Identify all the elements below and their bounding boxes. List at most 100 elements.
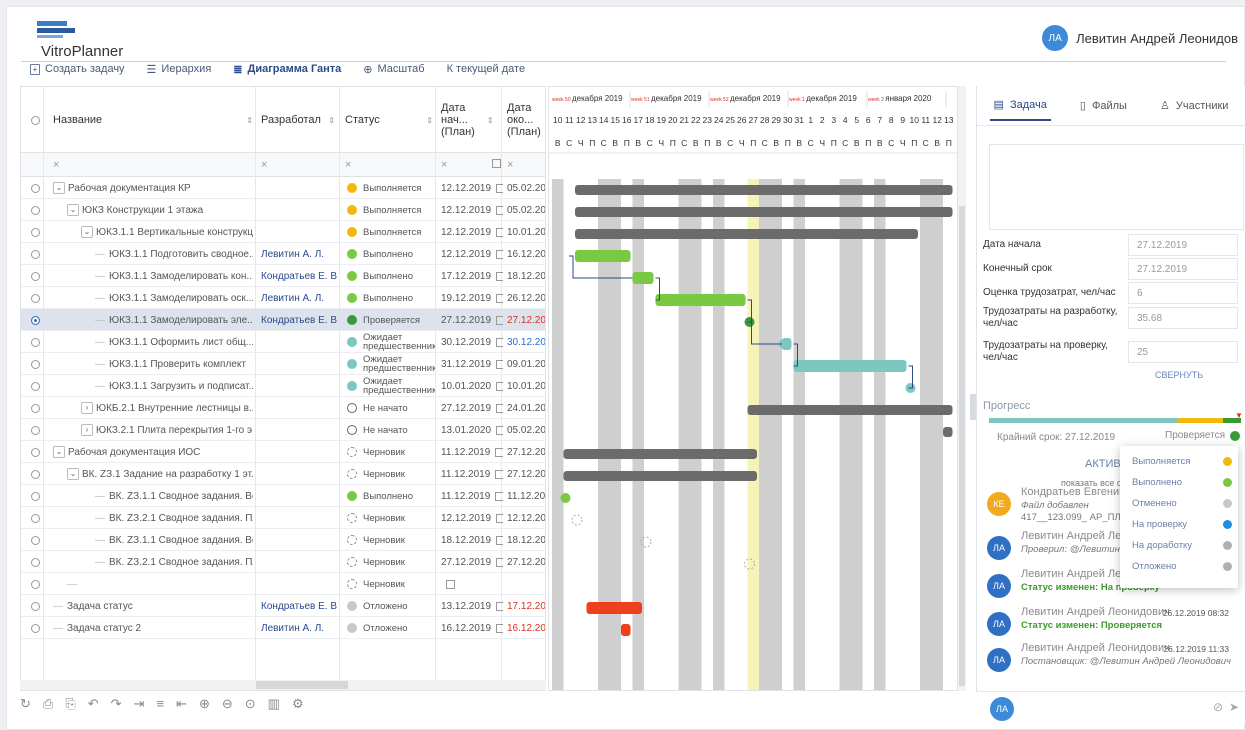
calendar-icon[interactable] — [496, 293, 503, 303]
table-row[interactable]: — ВК. ZЗ.1.1 Сводное задания. Вер ... Черн… — [21, 529, 545, 551]
task-name-cell[interactable]: ⌄ Рабочая документация ИОС — [53, 441, 253, 463]
status-cell[interactable]: Выполняется — [347, 177, 435, 199]
task-name-cell[interactable]: › ЮКБ.2.1 Внутренние лестницы в... — [81, 397, 253, 419]
end-date-cell[interactable]: 18.12.2019 — [507, 529, 545, 551]
task-name-cell[interactable]: ⌄ ВК. ZЗ.1 Задание на разработку 1 эт... — [67, 463, 253, 485]
expand-toggle-icon[interactable]: ⌄ — [67, 468, 79, 480]
status-option[interactable]: На проверку — [1132, 519, 1232, 530]
calendar-icon[interactable] — [496, 249, 503, 259]
status-option[interactable]: Выполняется — [1132, 456, 1232, 467]
comment-input[interactable] — [1022, 696, 1212, 720]
status-cell[interactable]: Выполнено — [347, 485, 435, 507]
row-select-radio[interactable] — [31, 463, 45, 485]
calendar-icon[interactable] — [496, 183, 503, 193]
status-cell[interactable]: Черновик — [347, 441, 435, 463]
print-icon[interactable]: ⎙ — [43, 696, 53, 712]
calendar-icon[interactable] — [495, 491, 503, 501]
status-option[interactable]: Отложено — [1132, 561, 1232, 572]
end-date-cell[interactable]: 09.01.2020 — [507, 353, 545, 375]
end-date-cell[interactable]: 27.12.2019 — [507, 441, 545, 463]
table-row[interactable]: ⌄ Рабочая документация КР Выполняется 12.12… — [21, 177, 545, 199]
end-date-cell[interactable]: 16.12.2019 — [507, 243, 545, 265]
end-date-cell[interactable]: 11.12.2019 — [507, 485, 545, 507]
table-row[interactable]: — ЮКЗ.1.1 Загрузить и подписат... Ожидает … — [21, 375, 545, 397]
attach-icon[interactable]: ⊘ — [1213, 700, 1223, 714]
status-cell[interactable]: Ожидает предшественника — [347, 331, 435, 353]
row-select-radio[interactable] — [31, 331, 45, 353]
task-name-cell[interactable]: — ЮКЗ.1.1 Загрузить и подписат... — [95, 375, 253, 397]
task-name-cell[interactable]: › ЮКЗ.2.1 Плита перекрытия 1-го э... — [81, 419, 253, 441]
task-name-cell[interactable]: — ЮКЗ.1.1 Проверить комплект — [95, 353, 253, 375]
today-button[interactable]: К текущей дате — [447, 63, 526, 75]
field-value[interactable]: 6 — [1128, 282, 1238, 304]
start-date-cell[interactable]: 11.12.2019 — [441, 441, 503, 463]
start-date-cell[interactable]: 27.12.2019 — [441, 551, 503, 573]
end-date-cell[interactable]: 16.12.2019 — [507, 617, 545, 639]
redo-icon[interactable]: ↷ — [111, 696, 122, 712]
column-end[interactable]: Дата око... (План) — [507, 87, 545, 153]
row-select-radio[interactable] — [31, 243, 45, 265]
user-menu[interactable]: ЛА Левитин Андрей Леонидов — [1042, 25, 1238, 51]
calendar-icon[interactable] — [496, 425, 503, 435]
zoom-fit-icon[interactable]: ⊙ — [245, 696, 256, 712]
start-date-cell[interactable]: 16.12.2019 — [441, 617, 503, 639]
row-select-radio[interactable] — [31, 595, 45, 617]
status-cell[interactable]: Выполняется — [347, 199, 435, 221]
status-cell[interactable]: Ожидает предшественника — [347, 375, 435, 397]
status-cell[interactable]: Черновик — [347, 573, 435, 595]
task-name-cell[interactable]: — ЮКЗ.1.1 Оформить лист общ... — [95, 331, 253, 353]
end-date-cell[interactable]: 27.12.2019 — [507, 463, 545, 485]
status-option[interactable]: Отменено — [1132, 498, 1232, 509]
status-cell[interactable]: Выполнено — [347, 265, 435, 287]
start-date-cell[interactable]: 13.01.2020 — [441, 419, 503, 441]
calendar-icon[interactable] — [496, 535, 503, 545]
status-cell[interactable]: Выполняется — [347, 221, 435, 243]
clear-filter-status[interactable]: × — [345, 159, 351, 171]
calendar-icon[interactable] — [495, 447, 503, 457]
calendar-icon[interactable] — [496, 315, 503, 325]
table-row[interactable]: — ЮКЗ.1.1 Проверить комплект Ожидает предш… — [21, 353, 545, 375]
clear-filter-name[interactable]: × — [53, 159, 59, 171]
end-date-cell[interactable]: 05.02.2020 — [507, 177, 545, 199]
calendar-icon[interactable] — [496, 359, 503, 369]
end-date-cell[interactable]: 18.12.2019 — [507, 265, 545, 287]
sort-icon[interactable]: ⇕ — [487, 116, 494, 125]
row-select-radio[interactable] — [31, 177, 45, 199]
row-select-radio[interactable] — [31, 573, 45, 595]
send-icon[interactable]: ➤ — [1229, 700, 1239, 714]
calendar-icon[interactable] — [496, 271, 503, 281]
table-row[interactable]: — ЮКЗ.1.1 Замоделировать кон... Кондратьев… — [21, 265, 545, 287]
row-select-radio[interactable] — [31, 265, 45, 287]
column-author[interactable]: Разработал ⇕ — [261, 87, 335, 153]
app-logo[interactable]: VitroPlanner — [27, 13, 147, 60]
clear-filter-start[interactable]: × — [441, 159, 447, 171]
calendar-icon[interactable] — [496, 623, 503, 633]
start-date-cell[interactable]: 27.12.2019 — [441, 397, 503, 419]
end-date-cell[interactable]: 17.12.2019 — [507, 595, 545, 617]
start-date-cell[interactable]: 12.12.2019 — [441, 199, 503, 221]
tab-task[interactable]: ▤ Задача — [989, 90, 1051, 121]
row-select-radio[interactable] — [31, 419, 45, 441]
row-select-radio[interactable] — [31, 441, 45, 463]
calendar-icon[interactable] — [496, 557, 503, 567]
calendar-icon[interactable] — [496, 205, 503, 215]
task-name-cell[interactable]: — Задача статус — [53, 595, 253, 617]
expand-toggle-icon[interactable]: ⌄ — [53, 182, 65, 194]
scroll-thumb[interactable] — [256, 681, 348, 689]
scroll-thumb[interactable] — [959, 206, 965, 686]
hierarchy-button[interactable]: ☰ Иерархия — [147, 63, 212, 76]
row-select-radio[interactable] — [31, 309, 45, 331]
table-row[interactable]: — Задача статус Кондратьев Е. В. Отложено 13… — [21, 595, 545, 617]
status-cell[interactable]: Черновик — [347, 507, 435, 529]
end-date-cell[interactable]: 10.01.2020 — [507, 221, 545, 243]
status-option[interactable]: На доработку — [1132, 540, 1232, 551]
calendar-icon[interactable] — [496, 601, 503, 611]
task-name-cell[interactable]: — Задача статус 2 — [53, 617, 253, 639]
vertical-scrollbar[interactable] — [958, 86, 966, 691]
table-row[interactable]: › ЮКБ.2.1 Внутренние лестницы в... Не нача… — [21, 397, 545, 419]
expand-toggle-icon[interactable]: › — [81, 402, 93, 414]
status-option[interactable]: Выполнено — [1132, 477, 1232, 488]
task-name-cell[interactable]: — — [67, 573, 253, 595]
clear-filter-author[interactable]: × — [261, 159, 267, 171]
task-name-cell[interactable]: — ВК. ZЗ.1.1 Сводное задания. Вер ... — [95, 529, 253, 551]
